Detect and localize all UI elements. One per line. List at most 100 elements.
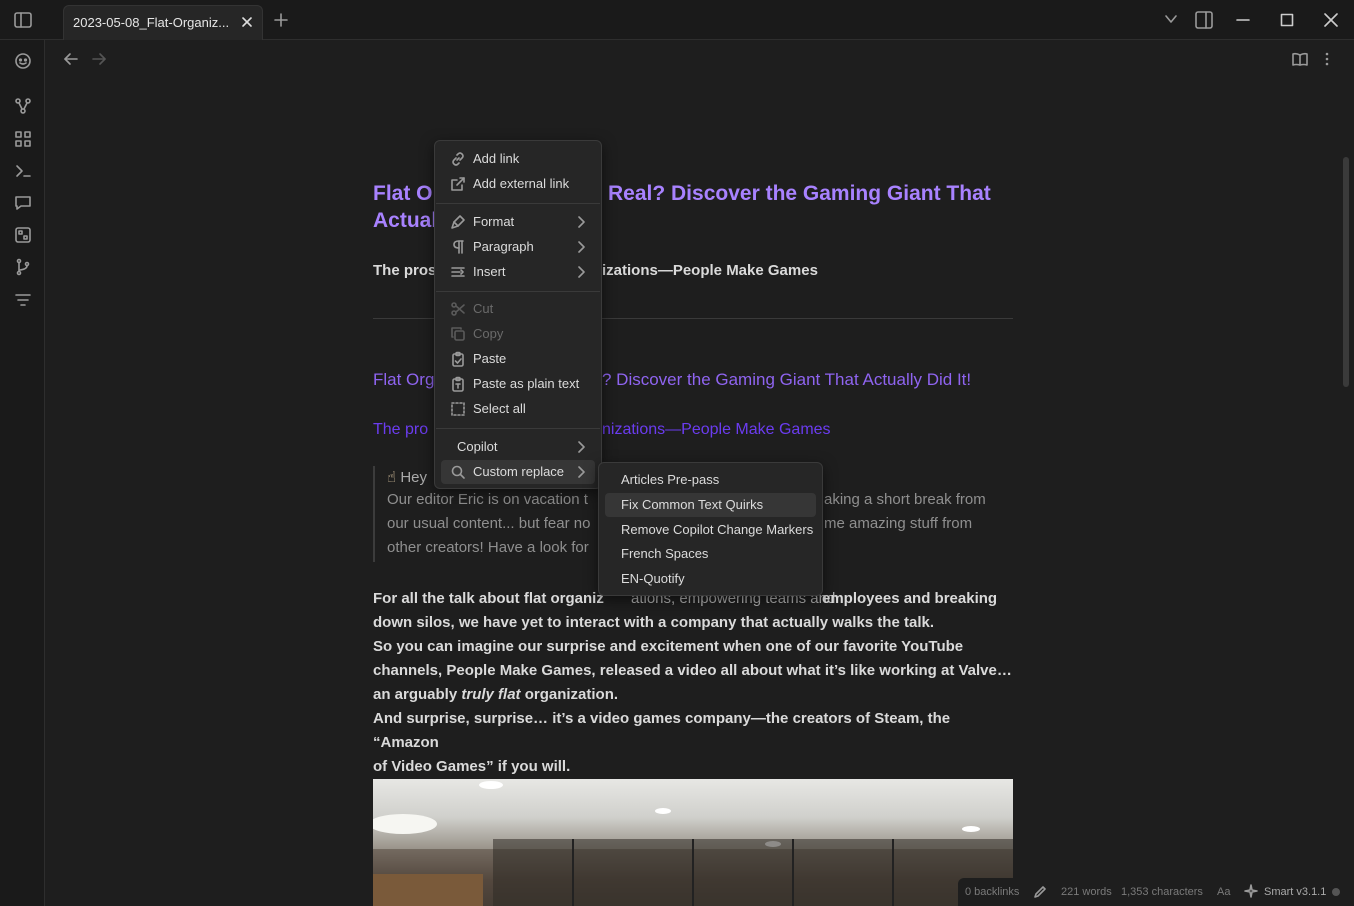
quote-line: Our editor Eric is on vacation t [387,491,588,508]
pilcrow-icon [453,240,464,254]
tab-active[interactable]: 2023-05-08_Flat-Organiz... [63,5,263,40]
menu-item-paste-plain[interactable]: Paste as plain text [441,372,595,396]
close-window-icon[interactable] [1324,13,1338,27]
sidebar-toggle-icon[interactable] [13,11,33,29]
body-line: So you can imagine our surprise and exci… [373,638,964,655]
link-fragment[interactable]: ? Discover the Gaming Giant That Actuall… [602,370,971,390]
menu-item-label: Copy [473,326,504,341]
chat-icon[interactable] [14,194,32,212]
menu-item-add-link[interactable]: Add link [441,147,595,171]
menu-item-label: Paste [473,351,507,366]
pencil-icon[interactable] [1033,885,1047,899]
submenu-item-label: Articles Pre-pass [621,472,720,487]
menu-item-label: Cut [473,301,494,316]
graph-icon[interactable] [14,97,32,115]
menu-item-paragraph[interactable]: Paragraph [441,235,595,259]
menu-separator [436,291,600,292]
subtitle-fragment: izations—People Make Games [602,262,818,279]
split-pane-icon[interactable] [1195,11,1213,29]
quote-line: other creators! Have a look for [387,539,589,556]
help-icon[interactable] [14,52,32,70]
arrow-left-icon[interactable] [63,52,79,66]
hand-icon: ☝ [387,469,397,486]
menu-item-add-external-link[interactable]: Add external link [441,172,595,196]
subtitle-fragment: The pros [373,262,437,279]
menu-item-copilot[interactable]: Copilot [441,435,595,459]
book-icon[interactable] [1292,51,1308,67]
context-menu: Add link Add external link Format Paragr… [434,140,602,489]
body-line: channels, People Make Games, released a … [373,662,1012,679]
body-text: an arguably [373,686,462,703]
status-bar: 0 backlinks 221 words 1,353 characters A… [958,878,1354,906]
link-fragment[interactable]: Flat Org [373,370,434,390]
custom-replace-submenu: Articles Pre-pass Fix Common Text Quirks… [598,462,823,596]
branch-icon[interactable] [14,258,32,276]
body-line: For all the talk about flat organiz [373,590,604,607]
submenu-item-label: French Spaces [621,546,709,561]
external-link-icon [451,177,465,191]
chevron-down-icon[interactable] [1164,12,1178,26]
arrow-right-icon[interactable] [91,52,107,66]
body-line: an arguably truly flat organization. [373,683,1013,707]
submenu-item-label: Remove Copilot Change Markers [621,522,814,537]
scrollbar-thumb[interactable] [1343,157,1349,387]
backlinks-count[interactable]: 0 backlinks [965,886,1019,898]
link-fragment[interactable]: The pro [373,421,428,439]
submenu-item-en-quotify[interactable]: EN-Quotify [605,567,816,591]
scissors-icon [451,302,465,316]
plugin-status[interactable]: Smart v3.1.1 [1264,886,1326,898]
menu-item-label: Copilot [457,439,498,454]
clipboard-icon [452,351,464,367]
chevron-right-icon [578,241,585,253]
body-line: And surprise, surprise… it’s a video gam… [373,710,951,751]
terminal-icon[interactable] [14,162,32,180]
link-fragment[interactable]: nizations—People Make Games [602,421,831,439]
close-icon[interactable] [241,16,253,28]
copy-icon [451,327,465,341]
left-ribbon [0,40,45,906]
menu-item-select-all[interactable]: Select all [441,397,595,421]
more-icon[interactable] [1321,51,1333,67]
brush-icon [451,215,465,229]
canvas-icon[interactable] [14,226,32,244]
submenu-item-articles-pre-pass[interactable]: Articles Pre-pass [605,468,816,492]
body-line: of Video Games” if you will. [373,758,571,775]
minimize-icon[interactable] [1236,13,1250,27]
dashboard-icon[interactable] [14,130,32,148]
status-dot-icon [1332,888,1340,896]
plus-icon[interactable] [274,13,288,27]
quote-line: aking a short break from [824,491,986,508]
submenu-item-fix-common-text-quirks[interactable]: Fix Common Text Quirks [605,493,816,517]
character-count: 1,353 characters [1121,886,1203,898]
menu-item-label: Custom replace [473,464,565,479]
title-fragment: Flat O [373,182,433,205]
emphasis: truly flat [461,686,521,703]
submenu-item-label: Fix Common Text Quirks [621,497,764,512]
sparkle-icon [1244,884,1258,898]
font-toggle[interactable]: Aa [1217,886,1230,898]
tab-title: 2023-05-08_Flat-Organiz... [73,15,230,30]
menu-item-label: Add link [473,151,520,166]
chevron-right-icon [578,466,585,478]
title-fragment: Real? Discover the Gaming Giant That [608,182,991,205]
menu-item-paste[interactable]: Paste [441,347,595,371]
submenu-item-remove-copilot-markers[interactable]: Remove Copilot Change Markers [605,518,816,542]
body-line: employees and breaking [822,590,998,607]
title-fragment: Actual [373,209,438,232]
menu-item-custom-replace[interactable]: Custom replace [441,460,595,484]
menu-item-copy[interactable]: Copy [441,322,595,346]
body-text: organization. [520,686,619,703]
quote-line: our usual content... but fear no [387,515,591,532]
filter-icon[interactable] [14,291,32,309]
menu-item-format[interactable]: Format [441,210,595,234]
office-photo [373,779,1013,906]
maximize-icon[interactable] [1280,13,1294,27]
menu-item-label: Paragraph [473,239,534,254]
select-all-icon [451,402,465,416]
submenu-item-french-spaces[interactable]: French Spaces [605,542,816,566]
menu-item-insert[interactable]: Insert [441,260,595,284]
body-paragraph: For all the talk about flat organiz atio… [373,587,1013,779]
menu-separator [436,203,600,204]
quote-head-text: Hey [400,469,427,486]
menu-item-cut[interactable]: Cut [441,297,595,321]
